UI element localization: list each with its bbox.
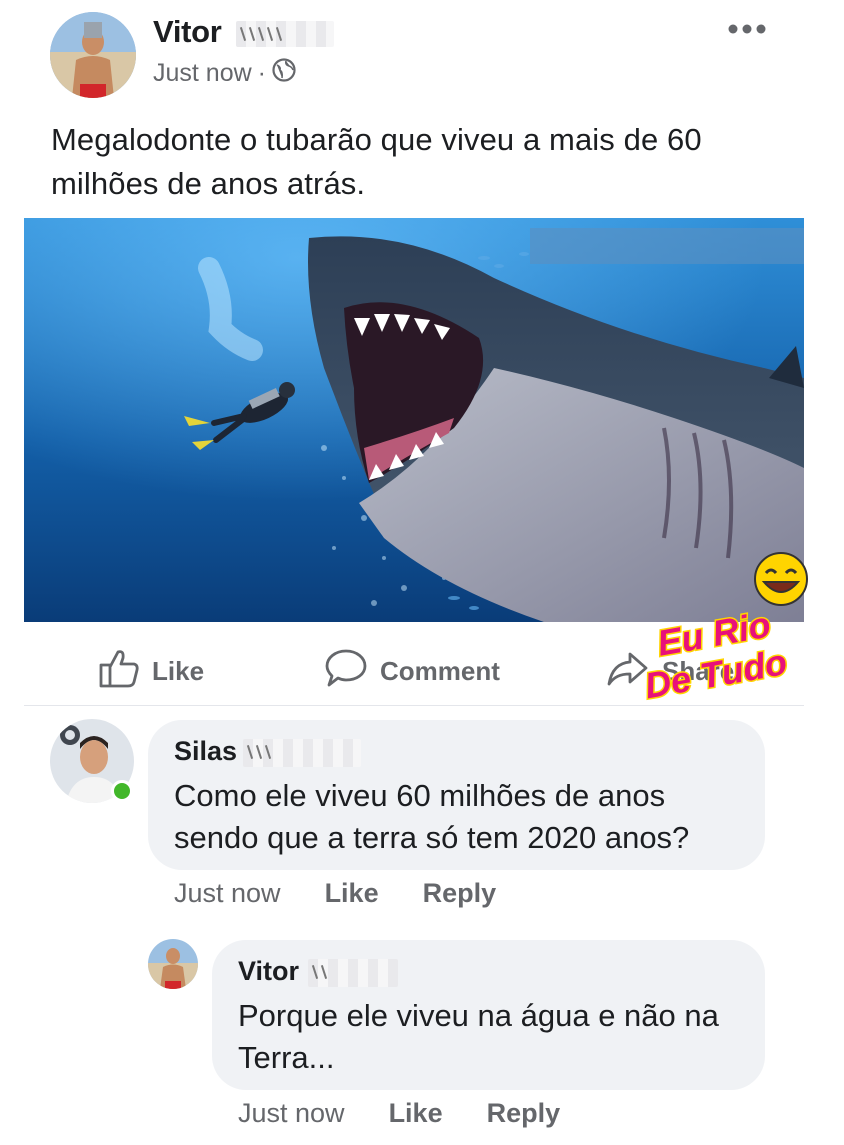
online-status-dot — [111, 780, 133, 802]
laughing-emoji-icon — [754, 552, 808, 606]
reply-author-avatar[interactable] — [148, 939, 198, 989]
reply-reply-button[interactable]: Reply — [487, 1098, 561, 1129]
comment-label: Comment — [380, 656, 500, 686]
comment-reply-button[interactable]: Reply — [423, 878, 497, 909]
like-action[interactable]: Like — [98, 648, 204, 695]
censored-surname — [243, 739, 361, 767]
watermark-logo: Eu Rio De Tudo — [606, 546, 826, 716]
reply-timestamp[interactable]: Just now — [238, 1098, 345, 1129]
censored-surname — [236, 21, 334, 47]
comment-author[interactable]: Silas — [174, 736, 237, 767]
comment-like-button[interactable]: Like — [325, 878, 379, 909]
comment-timestamp[interactable]: Just now — [174, 878, 281, 909]
comment-action[interactable]: Comment — [324, 648, 500, 695]
author-avatar[interactable] — [50, 12, 136, 98]
post-author-name[interactable]: Vitor — [153, 14, 222, 50]
reply-like-button[interactable]: Like — [389, 1098, 443, 1129]
reply-actions: Just now Like Reply — [238, 1098, 560, 1129]
reply-text: Porque ele viveu na água e não na Terra.… — [238, 998, 719, 1075]
comment-actions: Just now Like Reply — [174, 878, 496, 909]
more-options-icon[interactable] — [727, 16, 767, 36]
like-thumb-icon — [98, 648, 140, 695]
post-timestamp[interactable]: Just now — [153, 59, 252, 88]
globe-icon — [272, 58, 296, 89]
censored-surname — [308, 959, 398, 987]
post-text: Megalodonte o tubarão que viveu a mais d… — [51, 122, 702, 201]
meta-separator: · — [257, 59, 266, 87]
comment-bubble-icon — [324, 648, 368, 695]
like-label: Like — [152, 656, 205, 686]
post-meta: Just now · — [153, 58, 296, 89]
reply-author[interactable]: Vitor — [238, 956, 299, 987]
comment-text: Como ele viveu 60 milhões de anos sendo … — [174, 778, 690, 855]
